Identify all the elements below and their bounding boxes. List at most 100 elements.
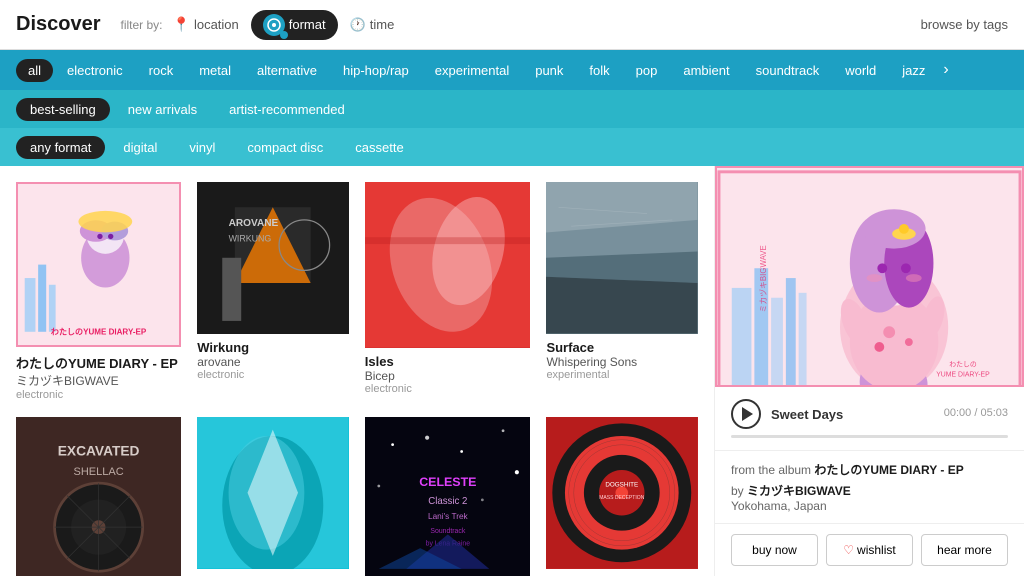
filter-location[interactable]: 📍 location <box>173 16 239 33</box>
album-card-8[interactable]: DOGSHITE MASS DECEPTION Mass Deception D… <box>546 417 698 576</box>
format-vinyl[interactable]: vinyl <box>175 136 229 159</box>
format-compactdisc[interactable]: compact disc <box>233 136 337 159</box>
svg-text:Classic 2: Classic 2 <box>428 496 467 507</box>
genre-ambient[interactable]: ambient <box>671 59 741 82</box>
main-content: わたしのYUME DIARY-EP わたしのYUME DIARY - EP ミカ… <box>0 166 1024 576</box>
svg-text:WIRKUNG: WIRKUNG <box>229 233 272 243</box>
genre-experimental[interactable]: experimental <box>423 59 521 82</box>
featured-location: Yokohama, Japan <box>731 499 1008 513</box>
svg-text:SHELLAC: SHELLAC <box>74 466 124 478</box>
player-time: 00:00 / 05:03 <box>944 407 1008 419</box>
svg-text:AROVANE: AROVANE <box>229 218 279 229</box>
featured-album-art: ミカヅキBIGWAVE わたしの YUME DIARY-EP <box>715 166 1024 387</box>
genre-all[interactable]: all <box>16 59 53 82</box>
genre-electronic[interactable]: electronic <box>55 59 135 82</box>
time-total: 05:03 <box>980 407 1008 419</box>
format-badge <box>263 14 285 36</box>
sort-artistrecommended[interactable]: artist-recommended <box>215 98 359 121</box>
genre-soundtrack[interactable]: soundtrack <box>744 59 832 82</box>
album-artist-4: Whispering Sons <box>546 355 698 369</box>
album-art-3 <box>365 182 531 348</box>
from-text: from the album <box>731 463 811 477</box>
filter-time-label: time <box>370 17 395 32</box>
sort-newarrivals[interactable]: new arrivals <box>114 98 211 121</box>
album-card-7[interactable]: CELESTE Classic 2 Lani's Trek Soundtrack… <box>365 417 531 576</box>
album-card-3[interactable]: Isles Bicep electronic <box>365 182 531 401</box>
filter-format-label: format <box>289 17 326 32</box>
svg-text:DOGSHITE: DOGSHITE <box>606 482 639 489</box>
featured-album-name: わたしのYUME DIARY - EP <box>814 463 963 477</box>
album-artist-2: arovane <box>197 355 349 369</box>
album-art-6 <box>197 417 349 569</box>
by-label: by ミカヅキBIGWAVE <box>731 482 1008 499</box>
album-card-4[interactable]: Surface Whispering Sons experimental <box>546 182 698 401</box>
player-info: Sweet Days 00:00 / 05:03 <box>771 407 1008 422</box>
buy-button[interactable]: buy now <box>731 534 818 566</box>
genre-alternative[interactable]: alternative <box>245 59 329 82</box>
svg-text:YUME DIARY-EP: YUME DIARY-EP <box>936 371 990 378</box>
format-cassette[interactable]: cassette <box>341 136 417 159</box>
album-art-2: AROVANE WIRKUNG <box>197 182 349 334</box>
filter-label: filter by: <box>121 18 163 32</box>
genre-more-arrow[interactable]: › <box>943 61 948 79</box>
page-title: Discover <box>16 13 101 36</box>
featured-artist-name: ミカヅキBIGWAVE <box>747 484 851 498</box>
album-card-6[interactable]: Dream Weapon Genghis Tron metal <box>197 417 349 576</box>
album-art-5: EXCAVATED SHELLAC <box>16 417 181 576</box>
genre-punk[interactable]: punk <box>523 59 575 82</box>
wishlist-button[interactable]: ♡wishlist <box>826 534 913 566</box>
genre-bar: all electronic rock metal alternative hi… <box>0 50 1024 90</box>
format-digital[interactable]: digital <box>109 136 171 159</box>
svg-text:わたしの: わたしの <box>949 361 977 369</box>
action-buttons: buy now ♡wishlist hear more <box>715 524 1024 576</box>
album-art-1: わたしのYUME DIARY-EP <box>16 182 181 347</box>
hear-more-button[interactable]: hear more <box>921 534 1008 566</box>
album-art-8: DOGSHITE MASS DECEPTION <box>546 417 698 569</box>
genre-world[interactable]: world <box>833 59 888 82</box>
by-text: by <box>731 484 744 498</box>
genre-metal[interactable]: metal <box>187 59 243 82</box>
disc-icon <box>267 18 281 32</box>
sort-bestselling[interactable]: best-selling <box>16 98 110 121</box>
from-label: from the album わたしのYUME DIARY - EP <box>731 461 1008 478</box>
browse-tags-link[interactable]: browse by tags <box>921 17 1008 32</box>
album-genre-3: electronic <box>365 383 531 395</box>
sort-bar: best-selling new arrivals artist-recomme… <box>0 90 1024 128</box>
play-button[interactable] <box>731 399 761 429</box>
filter-group: 📍 location format 🕐 time <box>173 10 395 40</box>
heart-icon: ♡ <box>843 543 854 557</box>
album-card-2[interactable]: AROVANE WIRKUNG Wirkung arovane electron… <box>197 182 349 401</box>
filter-format[interactable]: format <box>251 10 338 40</box>
svg-text:EXCAVATED: EXCAVATED <box>58 444 140 459</box>
album-artist-3: Bicep <box>365 369 531 383</box>
svg-text:Lani's Trek: Lani's Trek <box>428 512 469 521</box>
genre-hiphop[interactable]: hip-hop/rap <box>331 59 421 82</box>
time-current: 00:00 <box>944 407 972 419</box>
pin-icon: 📍 <box>173 16 190 33</box>
album-artist-1: ミカヅキBIGWAVE <box>16 372 181 389</box>
album-card-5[interactable]: EXCAVATED SHELLAC <box>16 417 181 576</box>
album-genre-2: electronic <box>197 369 349 381</box>
svg-text:Soundtrack: Soundtrack <box>430 528 465 535</box>
album-card-1[interactable]: わたしのYUME DIARY-EP わたしのYUME DIARY - EP ミカ… <box>16 182 181 401</box>
clock-icon: 🕐 <box>350 17 366 33</box>
format-anyformat[interactable]: any format <box>16 136 105 159</box>
album-grid-area: わたしのYUME DIARY-EP わたしのYUME DIARY - EP ミカ… <box>0 166 714 576</box>
filter-time[interactable]: 🕐 time <box>350 17 395 33</box>
filter-location-label: location <box>194 17 239 32</box>
album-grid: わたしのYUME DIARY-EP わたしのYUME DIARY - EP ミカ… <box>16 182 698 576</box>
album-title-3: Isles <box>365 354 531 369</box>
genre-rock[interactable]: rock <box>137 59 186 82</box>
genre-jazz[interactable]: jazz <box>890 59 937 82</box>
player-area: Sweet Days 00:00 / 05:03 <box>715 387 1024 451</box>
album-title-4: Surface <box>546 340 698 355</box>
player-row: Sweet Days 00:00 / 05:03 <box>731 399 1008 429</box>
progress-bar[interactable] <box>731 435 1008 438</box>
genre-folk[interactable]: folk <box>577 59 621 82</box>
album-genre-4: experimental <box>546 369 698 381</box>
featured-album-info: from the album わたしのYUME DIARY - EP by ミカ… <box>715 451 1024 524</box>
album-title-2: Wirkung <box>197 340 349 355</box>
genre-pop[interactable]: pop <box>624 59 670 82</box>
svg-text:ミカヅキBIGWAVE: ミカヅキBIGWAVE <box>759 245 768 312</box>
player-track-name: Sweet Days <box>771 407 843 422</box>
